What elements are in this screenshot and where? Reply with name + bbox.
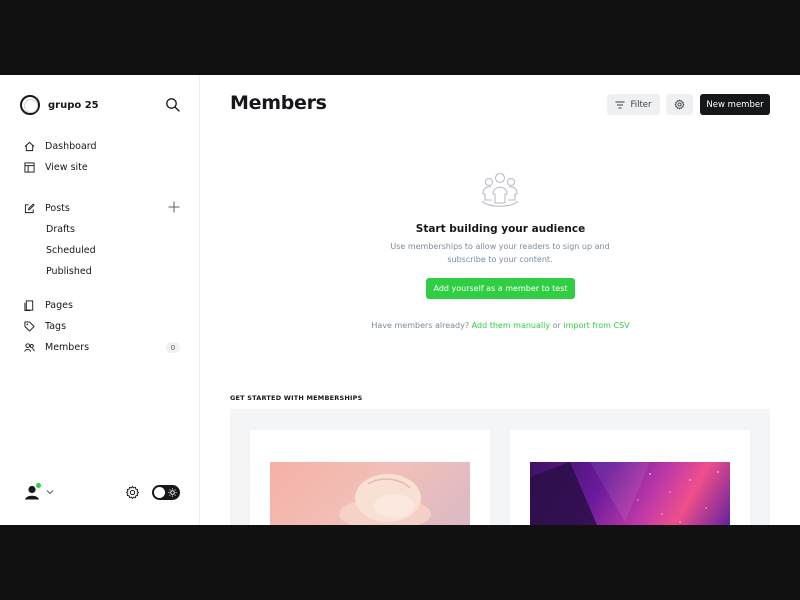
sidebar-item-tags[interactable]: Tags xyxy=(24,318,66,334)
get-started-card[interactable] xyxy=(510,430,750,525)
members-count-badge: 0 xyxy=(166,342,180,353)
or-text: or xyxy=(552,321,561,330)
have-members-text: Have members already? xyxy=(371,321,470,330)
sidebar-item-posts[interactable]: Posts xyxy=(24,200,70,216)
members-icon xyxy=(24,342,35,352)
get-started-heading: GET STARTED WITH MEMBERSHIPS xyxy=(230,394,363,402)
toggle-knob xyxy=(154,487,165,498)
chevron-down-icon[interactable] xyxy=(46,488,54,496)
brand-name: grupo 25 xyxy=(48,99,99,111)
main-content: Members Filter New member Start building… xyxy=(201,75,800,525)
home-icon xyxy=(24,141,35,151)
import-csv-link[interactable]: import from CSV xyxy=(563,321,629,330)
add-manually-link[interactable]: Add them manually xyxy=(472,321,550,330)
layout-icon xyxy=(24,161,35,173)
pages-icon xyxy=(24,299,34,311)
sidebar-item-dashboard[interactable]: Dashboard xyxy=(24,138,97,154)
online-status-dot xyxy=(35,482,42,489)
sidebar-item-label: Pages xyxy=(45,299,73,311)
card-illustration xyxy=(530,462,719,525)
get-started-panel xyxy=(230,409,770,525)
tag-icon xyxy=(24,320,35,332)
sidebar-item-scheduled[interactable]: Scheduled xyxy=(46,243,96,257)
edit-icon xyxy=(24,203,35,213)
sidebar-item-published[interactable]: Published xyxy=(46,264,92,278)
sidebar-item-label: Members xyxy=(45,341,90,353)
sidebar-item-label: Tags xyxy=(45,320,67,332)
card-image xyxy=(270,462,470,525)
card-image xyxy=(530,462,730,525)
sidebar-item-view-site[interactable]: View site xyxy=(24,159,88,175)
filter-icon xyxy=(615,101,625,108)
theme-toggle[interactable] xyxy=(152,485,180,500)
filter-button-label: Filter xyxy=(630,99,652,110)
gear-icon xyxy=(674,99,685,110)
filter-button[interactable]: Filter xyxy=(607,94,660,115)
empty-state-title: Start building your audience xyxy=(415,223,586,235)
page-title: Members xyxy=(230,92,327,114)
search-icon[interactable] xyxy=(165,97,181,113)
plus-icon[interactable] xyxy=(168,201,180,213)
empty-state-description: Use memberships to allow your readers to… xyxy=(390,242,610,264)
app-window: grupo 25 Dashboard View site Posts Draft… xyxy=(0,75,800,525)
get-started-card[interactable] xyxy=(250,430,490,525)
members-settings-button[interactable] xyxy=(666,94,693,115)
import-members-hint: Have members already? Add them manually … xyxy=(201,321,800,330)
sidebar-item-members[interactable]: Members xyxy=(24,339,89,355)
sidebar-item-label: View site xyxy=(45,161,88,173)
sidebar-item-drafts[interactable]: Drafts xyxy=(46,222,75,236)
sidebar-item-label: Dashboard xyxy=(45,140,97,152)
sidebar: grupo 25 Dashboard View site Posts Draft… xyxy=(0,75,200,525)
sidebar-item-label: Posts xyxy=(45,202,70,214)
gear-icon[interactable] xyxy=(125,485,140,500)
add-self-as-member-button[interactable]: Add yourself as a member to test xyxy=(426,278,575,299)
card-illustration xyxy=(339,474,431,525)
new-member-button[interactable]: New member xyxy=(700,94,770,115)
avatar[interactable] xyxy=(22,482,42,502)
audience-icon xyxy=(481,172,519,207)
brand-logo xyxy=(20,95,40,115)
sidebar-item-pages[interactable]: Pages xyxy=(24,297,73,313)
brand[interactable]: grupo 25 xyxy=(20,95,99,115)
sun-icon xyxy=(168,488,177,497)
